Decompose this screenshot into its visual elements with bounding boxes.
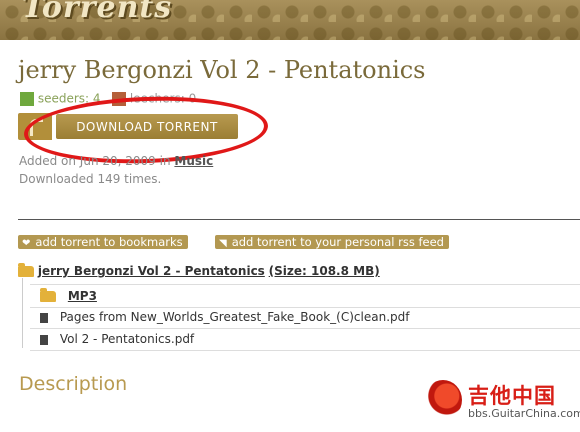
category-link[interactable]: Music [174,154,213,168]
file-name: Vol 2 - Pentatonics.pdf [59,332,195,346]
list-item[interactable]: MP3 [30,284,580,308]
root-folder-name[interactable]: jerry Bergonzi Vol 2 - Pentatonics [38,264,265,278]
download-count: Downloaded 149 times. [19,172,162,186]
folder-icon [40,288,56,302]
watermark-logo-icon [424,380,462,420]
leechers-arrow-icon [112,91,126,106]
folder-open-icon [18,263,34,277]
divider [18,219,580,220]
watermark-text: 吉他中国 [468,384,556,408]
rss-label: add torrent to your personal rss feed [231,235,444,249]
rss-button[interactable]: ◥ add torrent to your personal rss feed [215,235,449,249]
file-name: Pages from New_Worlds_Greatest_Fake_Book… [59,310,410,324]
header-banner: Torrents [0,0,580,40]
bookmark-button[interactable]: ❤ add torrent to bookmarks [18,235,188,249]
seeders-count: 4 [92,91,101,106]
file-icon [40,312,48,323]
list-item[interactable]: Pages from New_Worlds_Greatest_Fake_Book… [30,306,580,329]
file-icon [40,334,48,345]
added-date: Added on Jun 20, 2009 in [19,154,171,168]
site-logo[interactable]: Torrents [22,0,172,25]
seeders-arrow-icon [20,91,34,106]
file-name[interactable]: MP3 [68,289,97,303]
root-folder[interactable]: jerry Bergonzi Vol 2 - Pentatonics (Size… [18,263,380,278]
seeders-label: seeders: [37,91,90,106]
description-heading: Description [19,373,128,395]
rss-icon: ◥ [219,238,227,249]
magnet-button[interactable] [18,113,52,140]
heart-icon: ❤ [22,238,31,249]
tree-connector [22,278,23,348]
leechers-label: leechers: [129,91,185,106]
download-torrent-button[interactable]: DOWNLOAD TORRENT [56,114,238,139]
leechers-count: 0 [188,91,197,106]
root-folder-size: (Size: 108.8 MB) [268,264,380,278]
watermark: 吉他中国 bbs.GuitarChina.com [424,378,580,428]
torrent-title: jerry Bergonzi Vol 2 - Pentatonics [18,56,426,84]
torrent-meta: Added on Jun 20, 2009 in Music Downloade… [19,152,213,188]
list-item[interactable]: Vol 2 - Pentatonics.pdf [30,328,580,351]
bookmark-label: add torrent to bookmarks [35,235,183,249]
watermark-url: bbs.GuitarChina.com [468,407,580,420]
peer-stats: seeders: 4 leechers: 0 [20,91,196,107]
